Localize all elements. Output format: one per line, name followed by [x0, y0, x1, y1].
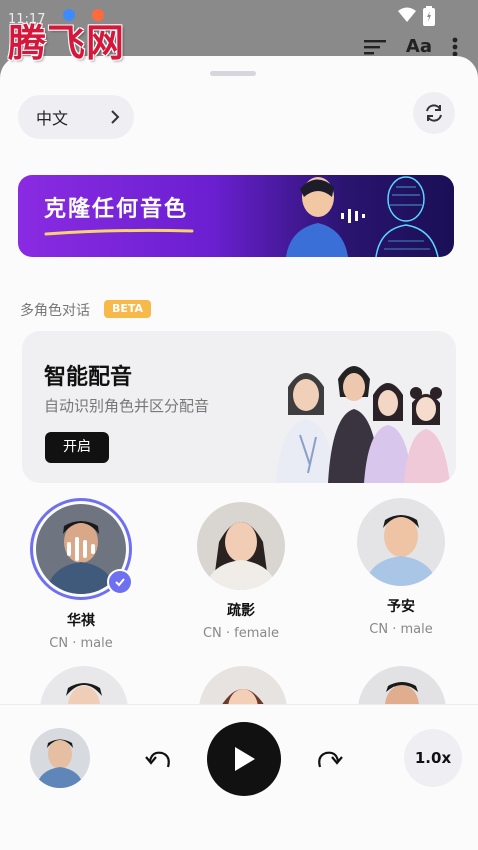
voice-meta: CN · male	[369, 622, 433, 637]
playback-speed-button[interactable]: 1.0x	[404, 729, 462, 787]
sheet-handle[interactable]	[210, 71, 256, 76]
avatar-portrait	[357, 498, 445, 586]
rewind-icon[interactable]	[144, 747, 174, 771]
player-bar: 1.0x	[0, 704, 478, 850]
voice-meta: CN · female	[202, 626, 279, 641]
voice-sheet: 中文 克隆任何音色 多角色对话 BETA 智能配音 自动识别角色并区分配音 开启…	[0, 56, 478, 850]
play-icon	[235, 747, 255, 771]
current-voice-avatar[interactable]	[30, 728, 90, 788]
language-label: 中文	[36, 109, 69, 128]
voice-clone-banner[interactable]: 克隆任何音色	[18, 175, 454, 257]
menu-icon[interactable]	[363, 39, 386, 55]
enable-button[interactable]: 开启	[45, 432, 109, 463]
sound-wave-icon	[341, 209, 365, 223]
voice-avatar	[30, 498, 133, 600]
top-toolbar: Aa	[363, 36, 458, 57]
watermark-logo: 腾飞网	[8, 20, 126, 65]
voice-item[interactable]: 疏影 CN · female	[176, 502, 306, 641]
voice-item[interactable]: 华祺 CN · male	[16, 498, 146, 651]
avatar-portrait	[197, 502, 285, 590]
play-button[interactable]	[207, 722, 281, 796]
voice-item[interactable]: 予安 CN · male	[336, 498, 466, 637]
section-label: 多角色对话	[20, 303, 90, 319]
card-subtitle: 自动识别角色并区分配音	[44, 397, 210, 415]
refresh-button[interactable]	[413, 92, 455, 134]
more-icon[interactable]	[452, 37, 458, 57]
smart-dubbing-card: 智能配音 自动识别角色并区分配音 开启	[22, 331, 456, 483]
voice-avatar	[357, 498, 445, 586]
refresh-icon	[426, 104, 442, 122]
banner-title: 克隆任何音色	[44, 197, 189, 222]
voice-avatar	[197, 502, 285, 590]
robot-head-illustration	[375, 176, 439, 257]
battery-icon	[423, 6, 435, 26]
chevron-right-icon	[111, 110, 120, 124]
character-group-illustration	[276, 366, 450, 483]
forward-icon[interactable]	[314, 747, 344, 771]
card-title: 智能配音	[44, 365, 133, 390]
avatar-portrait	[30, 728, 90, 788]
banner-underline	[44, 228, 194, 236]
voice-meta: CN · male	[49, 636, 113, 651]
text-size-button[interactable]: Aa	[406, 36, 432, 57]
language-selector[interactable]: 中文	[18, 95, 134, 139]
voice-name: 疏影	[227, 603, 255, 619]
voice-name: 予安	[387, 599, 415, 615]
wifi-icon	[398, 7, 416, 22]
voice-name: 华祺	[67, 613, 95, 629]
selected-check-icon	[107, 569, 133, 595]
beta-badge: BETA	[104, 300, 152, 318]
